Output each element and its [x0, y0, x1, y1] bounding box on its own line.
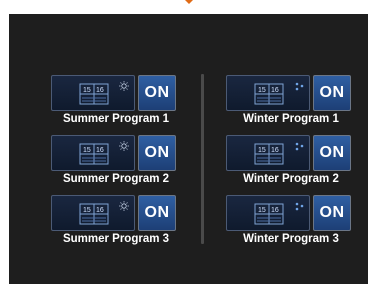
summer-program-1: 15 16 ON Summer Program 1 [51, 75, 179, 125]
on-button[interactable]: ON [313, 75, 351, 111]
sun-icon [119, 141, 129, 151]
program-label: Winter Program 3 [243, 233, 339, 245]
schedule-thumbnail[interactable]: 15 16 [226, 75, 310, 111]
snowflake-icon [295, 142, 304, 151]
sun-icon [119, 201, 129, 211]
schedule-thumbnail[interactable]: 15 16 [51, 135, 135, 171]
program-label: Winter Program 1 [243, 113, 339, 125]
winter-program-3: 15 16 ON Winter Program 3 [226, 195, 354, 245]
sun-icon [119, 81, 129, 91]
on-button[interactable]: ON [138, 75, 176, 111]
snowflake-icon [295, 82, 304, 91]
program-label: Winter Program 2 [243, 173, 339, 185]
program-label: Summer Program 1 [62, 113, 170, 125]
on-button[interactable]: ON [313, 135, 351, 171]
winter-program-2: 15 16 ON Winter Program 2 [226, 135, 354, 185]
schedule-thumbnail[interactable]: 15 16 [226, 135, 310, 171]
program-label: Summer Program 2 [62, 173, 170, 185]
schedule-thumbnail[interactable]: 15 16 [226, 195, 310, 231]
on-button[interactable]: ON [138, 195, 176, 231]
on-button[interactable]: ON [138, 135, 176, 171]
summer-program-3: 15 16 ON Summer Program 3 [51, 195, 179, 245]
program-label: Summer Program 3 [62, 233, 170, 245]
schedule-thumbnail[interactable]: 15 16 [51, 195, 135, 231]
program-panel: 15 16 ON Summer Program 1 15 16 ON Summe… [9, 14, 368, 284]
winter-program-1: 15 16 ON Winter Program 1 [226, 75, 354, 125]
on-button[interactable]: ON [313, 195, 351, 231]
schedule-thumbnail[interactable]: 15 16 [51, 75, 135, 111]
summer-program-2: 15 16 ON Summer Program 2 [51, 135, 179, 185]
scroll-up-indicator[interactable] [185, 0, 193, 4]
column-divider [201, 74, 204, 244]
snowflake-icon [295, 202, 304, 211]
